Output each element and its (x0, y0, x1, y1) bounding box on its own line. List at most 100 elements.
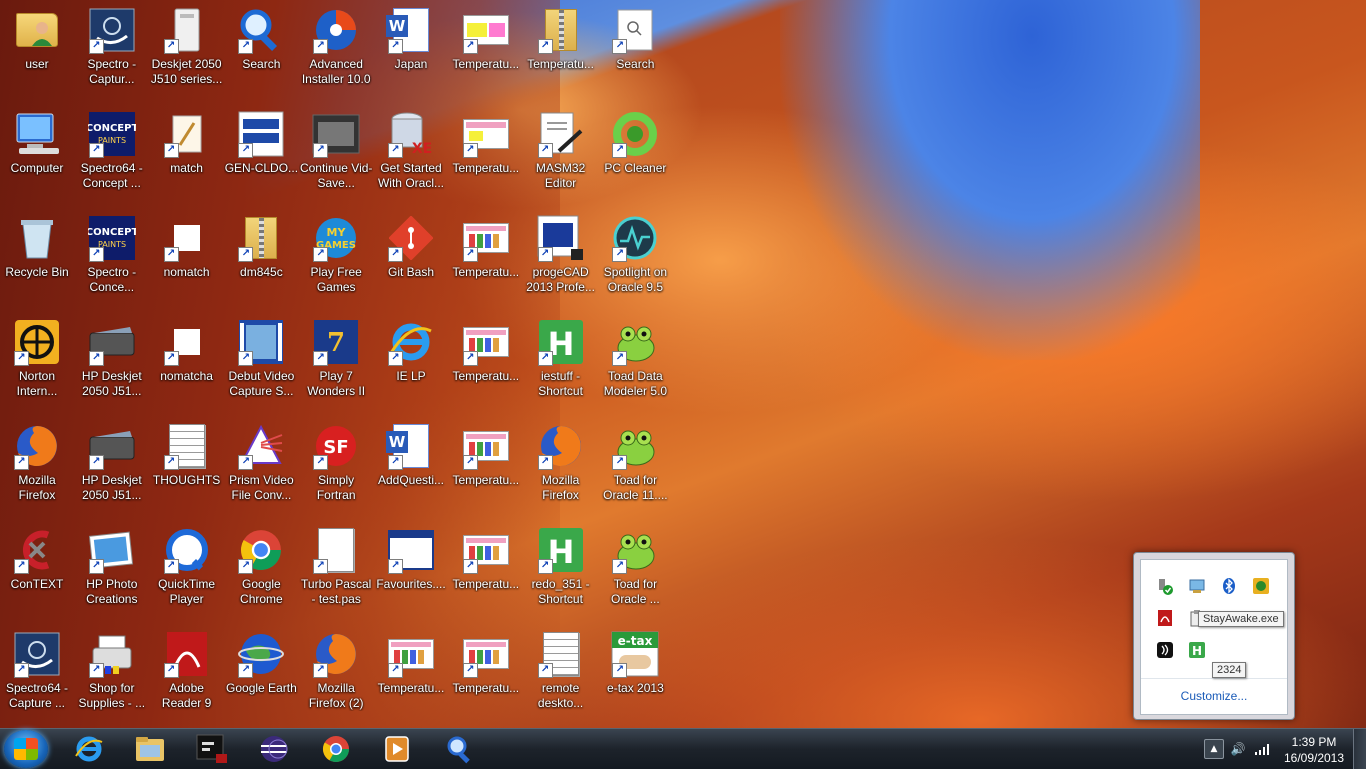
desktop-icon[interactable]: ↗ ConTEXT (0, 526, 74, 626)
taskbar-chrome-button[interactable] (313, 732, 359, 766)
desktop-icon[interactable]: SF ↗ Simply Fortran (299, 422, 373, 522)
start-button[interactable] (4, 730, 48, 768)
desktop-icon[interactable]: ↗ Search (598, 6, 672, 106)
desktop-icon-label: Mozilla Firefox (18, 473, 56, 502)
desktop-icon[interactable]: ↗ Debut Video Capture S... (224, 318, 298, 418)
network-tray-icon[interactable] (1187, 576, 1207, 596)
desktop-icon[interactable]: ↗ match (150, 110, 224, 210)
taskbar-ie-button[interactable] (66, 732, 112, 766)
desktop-icon[interactable]: ↗ HP Photo Creations (75, 526, 149, 626)
desktop-icon[interactable]: ↗ Temperatu... (449, 6, 523, 106)
taskbar-search-button[interactable] (437, 732, 483, 766)
desktop-icon[interactable]: ↗ progeCAD 2013 Profe... (524, 214, 598, 314)
gen-icon: ↗ (237, 110, 285, 158)
desktop-icon[interactable]: H ↗ iestuff - Shortcut (524, 318, 598, 418)
taskbar-media-button[interactable] (375, 732, 421, 766)
desktop-icon[interactable]: ↗ Toad for Oracle ... (598, 526, 672, 626)
desktop-icon[interactable]: Recycle Bin (0, 214, 74, 314)
spotlight-icon: ↗ (611, 214, 659, 262)
desktop-icon[interactable]: ↗ Advanced Installer 10.0 (299, 6, 373, 106)
desktop-icon[interactable]: ↗ Turbo Pascal - test.pas (299, 526, 373, 626)
desktop-icon[interactable]: e-tax ↗ e-tax 2013 (598, 630, 672, 730)
stayawake-icon[interactable]: H (1187, 640, 1207, 660)
show-desktop-button[interactable] (1353, 729, 1366, 769)
toad-icon: ↗ (611, 318, 659, 366)
spectro-icon: ↗ (13, 630, 61, 678)
desktop-icon[interactable]: user (0, 6, 74, 106)
taskbar-terminal-button[interactable] (189, 732, 235, 766)
desktop-icon[interactable]: ↗ Temperatu... (449, 214, 523, 314)
clock[interactable]: 1:39 PM 16/09/2013 (1282, 734, 1346, 766)
desktop-icon[interactable]: W ↗ AddQuesti... (374, 422, 448, 522)
customize-link[interactable]: Customize... (1141, 678, 1287, 713)
desktop-icon[interactable]: ↗ Temperatu... (449, 422, 523, 522)
desktop-icon[interactable]: ↗ Temperatu... (449, 630, 523, 730)
svg-text:CONCEPT: CONCEPT (88, 123, 136, 134)
desktop-icon[interactable]: ↗ Favourites.... (374, 526, 448, 626)
desktop-icon[interactable]: ↗ Search (224, 6, 298, 106)
desktop-icon[interactable]: ↗ Toad for Oracle 11.... (598, 422, 672, 522)
shortcut-arrow-icon: ↗ (88, 663, 104, 678)
nfc-icon[interactable] (1155, 640, 1175, 660)
shortcut-arrow-icon: ↗ (163, 559, 179, 574)
desktop-icon[interactable]: MY GAMES ↗ Play Free Games (299, 214, 373, 314)
desktop-icon[interactable]: ↗ Spectro64 - Capture ... (0, 630, 74, 730)
desktop-icon[interactable]: ↗ MASM32 Editor (524, 110, 598, 210)
desktop-icon[interactable]: H ↗ redo_351 - Shortcut (524, 526, 598, 626)
desktop-icon[interactable]: ↗ Git Bash (374, 214, 448, 314)
desktop-icon[interactable]: ↗ Temperatu... (449, 318, 523, 418)
network-signal-icon[interactable] (1254, 741, 1270, 757)
taskbar-eclipse-button[interactable] (251, 732, 297, 766)
desktop-icon[interactable]: ↗ Google Earth (224, 630, 298, 730)
taskbar: ▲ 🔊 1:39 PM 16/09/2013 (0, 728, 1366, 769)
desktop-icon[interactable]: ↗ Toad Data Modeler 5.0 (598, 318, 672, 418)
adobe-tray-icon[interactable] (1155, 608, 1175, 628)
desktop-icon[interactable]: CONCEPT PAINTS ↗ Spectro - Conce... (75, 214, 149, 314)
eclipse-icon (261, 736, 288, 762)
desktop-icon[interactable]: W ↗ Japan (374, 6, 448, 106)
desktop-icon[interactable]: ↗ HP Deskjet 2050 J51... (75, 318, 149, 418)
desktop-icon[interactable]: ↗ Temperatu... (524, 6, 598, 106)
desktop-icon[interactable]: ↗ Temperatu... (449, 526, 523, 626)
desktop-icon[interactable]: ↗ THOUGHTS (150, 422, 224, 522)
desktop-icon[interactable]: ↗ Norton Intern... (0, 318, 74, 418)
desktop-icon[interactable]: ↗ Temperatu... (449, 110, 523, 210)
desktop-icon[interactable]: ↗ Prism Video File Conv... (224, 422, 298, 522)
desktop-icon[interactable]: ↗ Mozilla Firefox (524, 422, 598, 522)
adobe-icon: ↗ (163, 630, 211, 678)
show-hidden-icons-button[interactable]: ▲ (1204, 739, 1224, 759)
oracle-db-icon: XE ↗ (387, 110, 435, 158)
desktop-icon[interactable]: ↗ dm845c (224, 214, 298, 314)
sheet-chart-icon: ↗ (462, 318, 510, 366)
desktop-icon[interactable]: ↗ Deskjet 2050 J510 series... (150, 6, 224, 106)
desktop-icon[interactable]: ↗ IE LP (374, 318, 448, 418)
desktop-icon[interactable]: ↗ nomatch (150, 214, 224, 314)
desktop-icon[interactable]: ↗ nomatcha (150, 318, 224, 418)
update-icon[interactable] (1251, 576, 1271, 596)
desktop-icon[interactable]: ↗ Google Chrome (224, 526, 298, 626)
bluetooth-icon[interactable] (1219, 576, 1239, 596)
desktop-icon[interactable]: ↗ QuickTime Player (150, 526, 224, 626)
shortcut-arrow-icon: ↗ (88, 39, 104, 54)
desktop-icon[interactable]: ↗ PC Cleaner (598, 110, 672, 210)
desktop-icon[interactable]: Computer (0, 110, 74, 210)
desktop-icon[interactable]: ↗ Shop for Supplies - ... (75, 630, 149, 730)
taskbar-explorer-button[interactable] (127, 732, 173, 766)
desktop-icon[interactable]: ↗ Continue Vid-Save... (299, 110, 373, 210)
desktop-icon[interactable]: 7 ↗ Play 7 Wonders II (299, 318, 373, 418)
desktop-icon[interactable]: XE ↗ Get Started With Oracl... (374, 110, 448, 210)
usb-safe-remove-icon[interactable] (1155, 576, 1175, 596)
desktop-icon[interactable]: CONCEPT PAINTS ↗ Spectro64 - Concept ... (75, 110, 149, 210)
desktop-icon[interactable]: ↗ Mozilla Firefox (2) (299, 630, 373, 730)
shortcut-arrow-icon: ↗ (88, 247, 104, 262)
volume-icon[interactable]: 🔊 (1230, 741, 1246, 757)
desktop-icon[interactable]: ↗ remote deskto... (524, 630, 598, 730)
desktop-icon[interactable]: ↗ Adobe Reader 9 (150, 630, 224, 730)
desktop-icon[interactable]: ↗ Mozilla Firefox (0, 422, 74, 522)
desktop-icon[interactable]: ↗ Spectro - Captur... (75, 6, 149, 106)
desktop-icon[interactable]: ↗ HP Deskjet 2050 J51... (75, 422, 149, 522)
desktop-icon[interactable]: ↗ GEN-CLDO... (224, 110, 298, 210)
desktop-icon[interactable]: ↗ Spotlight on Oracle 9.5 (598, 214, 672, 314)
shortcut-arrow-icon: ↗ (612, 455, 628, 470)
desktop-icon[interactable]: ↗ Temperatu... (374, 630, 448, 730)
